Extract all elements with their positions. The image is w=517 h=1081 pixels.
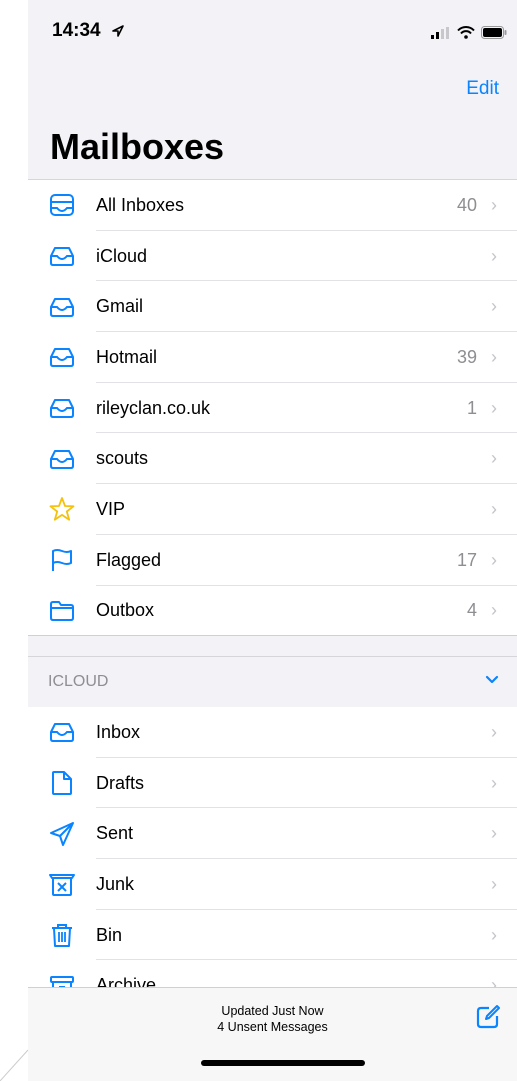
- unsent-status: 4 Unsent Messages: [217, 1020, 328, 1034]
- mailbox-row-scouts[interactable]: scouts ›: [28, 433, 517, 484]
- folder-row-sent[interactable]: Sent ›: [28, 808, 517, 859]
- icloud-section-header[interactable]: ICLOUD: [28, 656, 517, 708]
- mailbox-label: All Inboxes: [96, 194, 185, 215]
- wifi-icon: [457, 26, 475, 39]
- mailbox-label: rileyclan.co.uk: [96, 397, 211, 418]
- mail-screen: 14:34 Edit Mailboxes All Inboxes 40 › iC…: [28, 0, 517, 1081]
- chevron-down-icon[interactable]: [485, 675, 499, 685]
- mailbox-row-rileyclan[interactable]: rileyclan.co.uk 1 ›: [28, 383, 517, 434]
- mailbox-label: VIP: [96, 498, 126, 519]
- compose-icon[interactable]: [475, 1004, 501, 1030]
- mailbox-count: 40: [456, 194, 477, 215]
- folder-row-junk[interactable]: Junk ›: [28, 859, 517, 910]
- inbox-tray-icon: [50, 399, 74, 419]
- mailbox-label: Outbox: [96, 600, 155, 621]
- bottom-toolbar: Updated Just Now 4 Unsent Messages: [28, 987, 517, 1081]
- inbox-tray-icon: [50, 449, 74, 469]
- home-indicator[interactable]: [201, 1060, 365, 1066]
- folder-label: Inbox: [96, 721, 141, 742]
- mailbox-row-icloud[interactable]: iCloud ›: [28, 231, 517, 282]
- mailbox-count: 4: [466, 600, 477, 621]
- mailbox-row-gmail[interactable]: Gmail ›: [28, 281, 517, 332]
- folder-row-bin[interactable]: Bin ›: [28, 910, 517, 961]
- star-icon: [49, 497, 75, 522]
- chevron-right-icon: ›: [491, 194, 497, 215]
- chevron-right-icon: ›: [491, 397, 497, 418]
- document-icon: [52, 771, 72, 796]
- trash-icon: [52, 924, 72, 948]
- cellular-signal-icon: [431, 26, 449, 39]
- chevron-right-icon: ›: [491, 600, 497, 621]
- mailbox-label: iCloud: [96, 245, 148, 266]
- mailbox-label: Flagged: [96, 549, 162, 570]
- section-spacer: [28, 636, 517, 656]
- chevron-right-icon: ›: [491, 772, 497, 793]
- chevron-right-icon: ›: [491, 823, 497, 844]
- status-bar: 14:34: [28, 0, 517, 60]
- mailbox-row-all-inboxes[interactable]: All Inboxes 40 ›: [28, 180, 517, 231]
- chevron-right-icon: ›: [491, 498, 497, 519]
- edit-button[interactable]: Edit: [466, 78, 499, 100]
- update-status: Updated Just Now: [221, 1004, 324, 1018]
- chevron-right-icon: ›: [491, 346, 497, 367]
- mailbox-count: 1: [466, 397, 477, 418]
- mailbox-label: Gmail: [96, 296, 144, 317]
- paperplane-icon: [50, 821, 74, 846]
- mailbox-row-flagged[interactable]: Flagged 17 ›: [28, 535, 517, 586]
- mailbox-count: 39: [456, 346, 477, 367]
- mailbox-row-outbox[interactable]: Outbox 4 ›: [28, 586, 517, 637]
- folder-label: Drafts: [96, 772, 145, 793]
- status-time: 14:34: [52, 20, 101, 41]
- chevron-right-icon: ›: [491, 721, 497, 742]
- mailbox-list: All Inboxes 40 › iCloud › Gmail › Hotmai…: [28, 179, 517, 637]
- folder-label: Sent: [96, 823, 134, 844]
- junk-icon: [49, 874, 75, 897]
- folder-label: Bin: [96, 924, 123, 945]
- chevron-right-icon: ›: [491, 873, 497, 894]
- battery-icon: [481, 26, 507, 39]
- mailbox-label: Hotmail: [96, 346, 158, 367]
- chevron-right-icon: ›: [491, 924, 497, 945]
- status-indicators: [431, 26, 507, 39]
- section-title: ICLOUD: [48, 673, 109, 690]
- inbox-tray-icon: [50, 348, 74, 368]
- folder-icon: [50, 600, 74, 621]
- chevron-right-icon: ›: [491, 448, 497, 469]
- flag-icon: [52, 549, 72, 572]
- inbox-tray-icon: [50, 723, 74, 743]
- mailbox-count: 17: [456, 549, 477, 570]
- chevron-right-icon: ›: [491, 549, 497, 570]
- folder-row-drafts[interactable]: Drafts ›: [28, 758, 517, 809]
- icloud-folder-list: Inbox › Drafts › Sent › Junk › Bin › Arc…: [28, 707, 517, 1012]
- page-title: Mailboxes: [50, 126, 225, 167]
- folder-label: Junk: [96, 873, 135, 894]
- inbox-tray-icon: [50, 247, 74, 267]
- location-arrow-icon: [112, 25, 124, 37]
- mailbox-label: scouts: [96, 448, 149, 469]
- chevron-right-icon: ›: [491, 296, 497, 317]
- all-inboxes-icon: [50, 194, 74, 217]
- inbox-tray-icon: [50, 297, 74, 317]
- folder-row-inbox[interactable]: Inbox ›: [28, 707, 517, 758]
- mailbox-row-vip[interactable]: VIP ›: [28, 484, 517, 535]
- mailbox-row-hotmail[interactable]: Hotmail 39 ›: [28, 332, 517, 383]
- chevron-right-icon: ›: [491, 245, 497, 266]
